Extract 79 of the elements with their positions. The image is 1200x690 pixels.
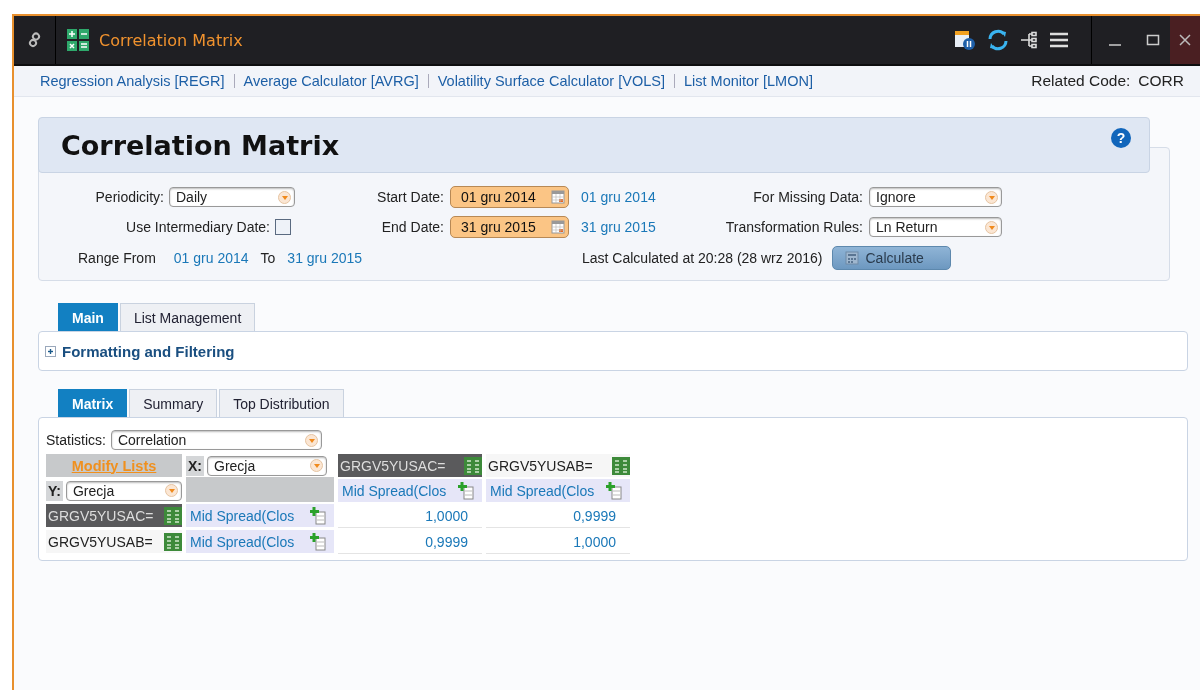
date-link[interactable]: 01 gru 2014 [173, 250, 249, 266]
tab[interactable]: Summary [129, 389, 218, 417]
add-field-icon [310, 506, 326, 525]
statistics-dropdown[interactable]: Correlation [110, 430, 322, 450]
instrument-header[interactable]: GRGV5YUSAC= [46, 504, 182, 527]
date-link[interactable]: 31 gru 2015 [581, 219, 696, 235]
related-link[interactable]: Volatility Surface Calculator [VOLS] [437, 73, 665, 89]
missing-data-dropdown[interactable]: Ignore [869, 187, 1002, 207]
table-cell: 1,0000 [338, 504, 482, 528]
date-link[interactable]: 31 gru 2015 [287, 250, 363, 266]
calculator-icon [845, 251, 860, 265]
field-label: Transformation Rules: [725, 219, 863, 235]
field-label: Statistics: [46, 432, 106, 448]
table-cell: 0,9999 [338, 530, 482, 554]
date-link[interactable]: 01 gru 2014 [581, 189, 696, 205]
calculate-button[interactable]: Calculate [832, 246, 952, 270]
calendar-icon [551, 220, 565, 234]
field-header[interactable]: Mid Spread(Clos [186, 530, 334, 553]
menu-icon[interactable] [1049, 32, 1069, 48]
related-link[interactable]: List Monitor [LMON] [684, 73, 813, 89]
page-title: Correlation Matrix [61, 129, 340, 161]
tab[interactable]: Top Distribution [219, 389, 344, 417]
range-label: To [260, 250, 276, 266]
field-header[interactable]: Mid Spread(Clos [486, 479, 630, 502]
range-label: Range From [78, 250, 156, 266]
transformation-dropdown[interactable]: Ln Return [869, 217, 1002, 237]
tree-icon[interactable] [1019, 30, 1039, 50]
checkbox[interactable] [275, 219, 291, 235]
link-icon[interactable] [27, 32, 43, 48]
window-title: Correlation Matrix [99, 30, 243, 50]
dropdown-icon [985, 220, 998, 234]
section-title[interactable]: Formatting and Filtering [62, 342, 235, 360]
related-code-value: CORR [1138, 72, 1184, 90]
grid-icon [164, 532, 182, 551]
y-dropdown[interactable]: Grecja [65, 480, 182, 501]
tab[interactable]: Main [58, 303, 118, 331]
instrument-header[interactable]: GRGV5YUSAC= [338, 454, 482, 477]
expand-icon[interactable] [45, 345, 56, 357]
field-label: For Missing Data: [753, 189, 863, 205]
dropdown-icon [310, 459, 323, 472]
field-header[interactable]: Mid Spread(Clos [338, 479, 482, 502]
axis-label: X: [186, 455, 204, 476]
refresh-icon[interactable] [987, 29, 1009, 51]
table-cell: 1,0000 [486, 530, 630, 554]
dropdown-icon [304, 433, 318, 447]
add-field-icon [606, 481, 622, 500]
field-label: End Date: [381, 219, 444, 235]
periodicity-dropdown[interactable]: Daily [169, 187, 295, 207]
grid-icon [612, 456, 630, 475]
close-icon[interactable] [1178, 33, 1192, 47]
calendar-icon [551, 190, 565, 204]
dropdown-icon [278, 190, 291, 204]
dropdown-icon [164, 484, 178, 497]
tab[interactable]: List Management [119, 303, 256, 331]
grid-icon [464, 456, 482, 475]
field-label: Periodicity: [95, 189, 164, 205]
instrument-header[interactable]: GRGV5YUSAB= [46, 530, 182, 553]
table-cell: 0,9999 [486, 504, 630, 528]
date-field[interactable]: 01 gru 2014 [450, 186, 569, 208]
date-field[interactable]: 31 gru 2015 [450, 216, 569, 238]
grid-icon [164, 506, 182, 525]
x-dropdown[interactable]: Grecja [207, 455, 327, 476]
calendar-pause-icon[interactable] [953, 28, 977, 52]
tab[interactable]: Matrix [58, 389, 128, 417]
related-link[interactable]: Regression Analysis [REGR] [40, 73, 225, 89]
calculator-icon [67, 29, 89, 51]
last-calculated-text: Last Calculated at 20:28 (28 wrz 2016) [582, 250, 823, 266]
related-code-label: Related Code: [1031, 72, 1131, 90]
field-label: Start Date: [377, 189, 444, 205]
field-label: Use Intermediary Date: [126, 219, 270, 235]
maximize-icon[interactable] [1146, 33, 1160, 47]
add-field-icon [310, 532, 326, 551]
instrument-header[interactable]: GRGV5YUSAB= [486, 454, 630, 477]
axis-label: Y: [46, 480, 63, 501]
add-field-icon [458, 481, 474, 500]
help-icon[interactable]: ? [1111, 128, 1131, 148]
related-link[interactable]: Average Calculator [AVRG] [243, 73, 419, 89]
field-header[interactable]: Mid Spread(Clos [186, 504, 334, 527]
dropdown-icon [985, 190, 998, 204]
